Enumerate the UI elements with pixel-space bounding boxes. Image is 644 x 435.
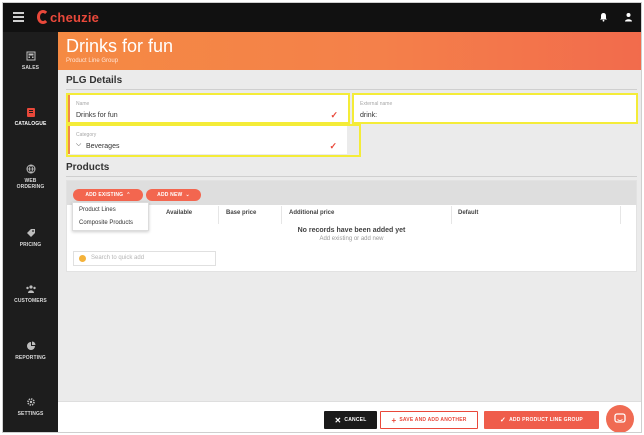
column-divider [281, 206, 282, 224]
save-another-label: SAVE AND ADD ANOTHER [399, 417, 467, 423]
column-additional-price[interactable]: Additional price [289, 210, 334, 216]
sidebar-item-label: PRICING [19, 242, 42, 248]
check-icon: ✓ [500, 417, 507, 424]
name-value: Drinks for fun [76, 112, 118, 119]
empty-state-title: No records have been added yet [297, 227, 406, 234]
tag-icon [25, 227, 37, 239]
quick-add-input[interactable]: Search to quick add [73, 251, 216, 266]
brand-name: cheuzie [50, 9, 100, 25]
add-product-line-group-button[interactable]: ✓ ADD PRODUCT LINE GROUP [484, 411, 599, 429]
sidebar-item-label: SALES [21, 65, 40, 71]
sidebar-item-label: WEB ORDERING [16, 178, 45, 190]
sidebar-item-pricing[interactable]: PRICING [3, 227, 58, 261]
gear-icon [25, 396, 37, 408]
close-icon: ✕ [334, 415, 342, 425]
check-icon: ✓ [330, 110, 338, 120]
brand-logo[interactable]: cheuzie [37, 9, 99, 25]
catalogue-icon [25, 106, 37, 118]
add-group-label: ADD PRODUCT LINE GROUP [509, 417, 583, 423]
add-existing-label: ADD EXISTING [85, 192, 124, 198]
products-heading: Products [66, 162, 110, 173]
page-title: Drinks for fun [66, 36, 174, 56]
bell-icon[interactable] [592, 7, 614, 27]
chevron-down-icon: ⌄ [185, 192, 190, 198]
add-new-button[interactable]: ADD NEW ⌄ [146, 189, 201, 201]
sidebar-item-label: SETTINGS [17, 411, 44, 417]
name-label: Name [76, 101, 90, 107]
search-icon [79, 255, 86, 262]
category-label: Category [76, 132, 97, 138]
quick-add-placeholder: Search to quick add [91, 255, 145, 261]
column-available[interactable]: Available [166, 210, 192, 216]
column-divider [218, 206, 219, 224]
sidebar-item-label: REPORTING [15, 355, 46, 361]
plus-icon: + [391, 415, 397, 425]
sidebar-item-settings[interactable]: SETTINGS [3, 396, 58, 430]
sidebar-item-customers[interactable]: CUSTOMERS [3, 283, 58, 317]
register-icon [25, 50, 37, 62]
page-subtitle: Product Line Group [66, 58, 119, 64]
divider [66, 176, 637, 177]
dropdown-item-product-lines[interactable]: Product Lines [79, 207, 116, 213]
app-window: cheuzie SALES CATALOGUE WEB ORDERING PRI… [2, 2, 642, 433]
category-field[interactable]: Category Beverages ⌵ ✓ [68, 126, 347, 154]
top-bar: cheuzie [3, 3, 641, 32]
external-name-label: External name [360, 101, 393, 107]
column-default[interactable]: Default [458, 210, 478, 216]
page-header: Drinks for fun Product Line Group [58, 32, 641, 70]
sidebar: SALES CATALOGUE WEB ORDERING PRICING CUS… [3, 32, 58, 432]
menu-icon[interactable] [13, 12, 24, 22]
external-name-field[interactable]: External name drink: [354, 95, 636, 122]
sidebar-item-reporting[interactable]: REPORTING [3, 340, 58, 374]
pie-chart-icon [25, 340, 37, 352]
add-existing-button[interactable]: ADD EXISTING ⌃ [73, 189, 143, 201]
products-panel: ADD EXISTING ⌃ ADD NEW ⌄ Available Base … [66, 180, 637, 272]
cancel-button[interactable]: ✕ CANCEL [324, 411, 377, 429]
globe-icon [25, 163, 37, 175]
plg-details-heading: PLG Details [66, 75, 123, 86]
form-footer: ✕ CANCEL + SAVE AND ADD ANOTHER ✓ ADD PR… [58, 401, 641, 432]
save-and-add-another-button[interactable]: + SAVE AND ADD ANOTHER [380, 411, 478, 429]
external-name-value: drink: [360, 112, 378, 119]
category-value: Beverages [86, 143, 120, 150]
name-field[interactable]: Name Drinks for fun ✓ [68, 95, 348, 122]
add-existing-dropdown: Product Lines Composite Products [72, 202, 149, 231]
sidebar-item-catalogue[interactable]: CATALOGUE [3, 106, 58, 140]
dropdown-item-composite-products[interactable]: Composite Products [79, 220, 133, 226]
chevron-up-icon: ⌃ [126, 192, 131, 198]
brand-mark-icon [37, 10, 49, 24]
chevron-down-icon: ⌵ [76, 141, 82, 148]
column-divider [620, 206, 621, 224]
add-new-label: ADD NEW [157, 192, 183, 198]
divider [66, 89, 637, 90]
column-divider [451, 206, 452, 224]
check-icon: ✓ [329, 141, 337, 151]
sidebar-item-web-ordering[interactable]: WEB ORDERING [3, 163, 58, 197]
chat-icon[interactable] [606, 405, 634, 432]
cancel-label: CANCEL [344, 417, 367, 423]
column-base-price[interactable]: Base price [226, 210, 256, 216]
sidebar-item-label: CUSTOMERS [14, 298, 47, 304]
sidebar-item-sales[interactable]: SALES [3, 50, 58, 84]
sidebar-item-label: CATALOGUE [14, 121, 47, 127]
user-icon[interactable] [617, 7, 639, 27]
empty-state-subtitle: Add existing or add new [319, 236, 384, 242]
customers-icon [25, 283, 37, 295]
